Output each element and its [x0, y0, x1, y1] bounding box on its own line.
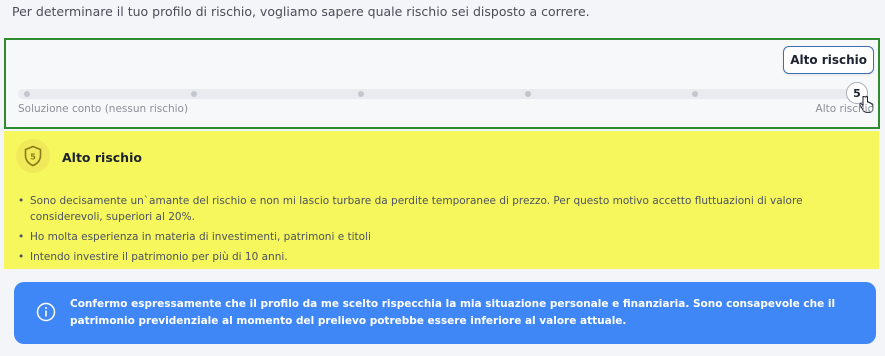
- slider-tick-4[interactable]: [525, 91, 531, 97]
- risk-title: Alto rischio: [62, 150, 142, 165]
- shield-5-icon: 5: [16, 139, 50, 173]
- list-item: Intendo investire il patrimonio per più …: [18, 249, 855, 265]
- slider-max-label: Alto rischio: [815, 103, 874, 115]
- risk-description-list: Sono decisamente un`amante del rischio e…: [18, 193, 855, 269]
- info-icon: [36, 302, 56, 322]
- risk-slider-panel: Alto rischio 5 Soluzione conto (nessun r…: [4, 38, 880, 129]
- confirmation-text: Confermo espressamente che il profilo da…: [70, 298, 836, 327]
- list-item: Ho molta esperienza in materia di invest…: [18, 229, 855, 245]
- risk-profile-card: 5 Alto rischio Sono decisamente un`amant…: [4, 131, 879, 269]
- slider-tick-5[interactable]: [692, 91, 698, 97]
- risk-slider-track[interactable]: 5: [18, 82, 868, 104]
- slider-tick-2[interactable]: [191, 91, 197, 97]
- shield-number: 5: [30, 153, 36, 162]
- slider-tick-1[interactable]: [24, 91, 30, 97]
- slider-min-label: Soluzione conto (nessun rischio): [18, 103, 189, 115]
- slider-tick-3[interactable]: [358, 91, 364, 97]
- intro-text: Per determinare il tuo profilo di rischi…: [12, 4, 590, 19]
- list-item: Sono decisamente un`amante del rischio e…: [18, 193, 855, 225]
- confirmation-banner: Confermo espressamente che il profilo da…: [14, 282, 876, 344]
- slider-tooltip: Alto rischio: [783, 46, 874, 74]
